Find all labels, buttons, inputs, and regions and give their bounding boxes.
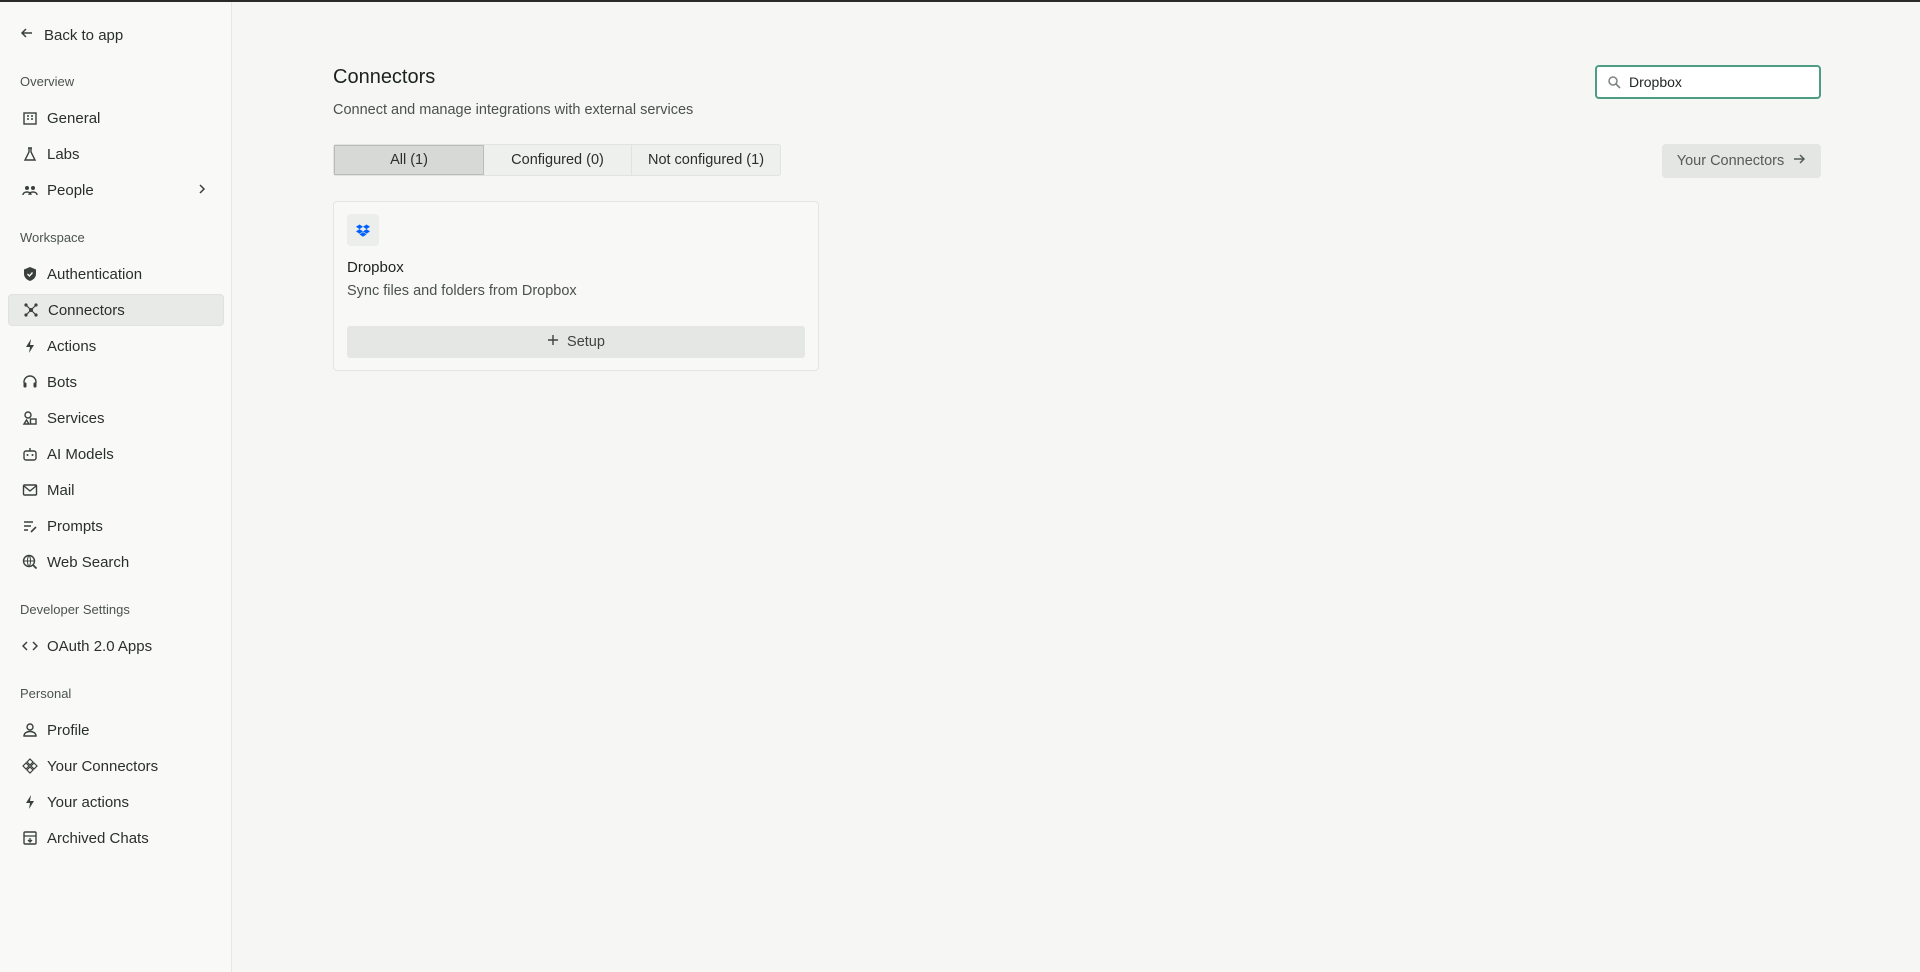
sidebar-item-label: People — [47, 181, 94, 199]
sidebar-item-mail[interactable]: Mail — [8, 474, 224, 506]
connector-description: Sync files and folders from Dropbox — [347, 283, 577, 299]
filter-tabs: All (1) Configured (0) Not configured (1… — [333, 144, 781, 176]
sidebar-item-label: Web Search — [47, 553, 130, 571]
sidebar-item-label: AI Models — [47, 445, 114, 463]
sidebar-item-authentication[interactable]: Authentication — [8, 258, 224, 290]
sidebar-item-label: Actions — [47, 337, 97, 355]
connector-card: Dropbox Sync files and folders from Drop… — [333, 201, 819, 371]
dropbox-icon — [347, 214, 379, 246]
globe-search-icon — [22, 554, 38, 570]
sidebar-item-actions[interactable]: Actions — [8, 330, 224, 362]
sidebar-item-label: Bots — [47, 373, 78, 391]
your-connectors-label: Your Connectors — [1676, 153, 1785, 169]
sidebar-item-archived-chats[interactable]: Archived Chats — [8, 822, 224, 854]
code-icon — [22, 638, 38, 654]
settings-sidebar: Back to app Overview General Labs People… — [0, 2, 232, 972]
search-box[interactable] — [1595, 65, 1821, 99]
shapes-icon — [22, 410, 38, 426]
diamond-grid-icon — [22, 758, 38, 774]
sidebar-item-label: General — [47, 109, 101, 127]
sidebar-item-general[interactable]: General — [8, 102, 224, 134]
sidebar-item-label: OAuth 2.0 Apps — [47, 637, 153, 655]
search-input[interactable] — [1629, 74, 1809, 90]
sidebar-item-label: Prompts — [47, 517, 103, 535]
sidebar-item-label: Labs — [47, 145, 80, 163]
sidebar-item-bots[interactable]: Bots — [8, 366, 224, 398]
tab-all[interactable]: All (1) — [334, 145, 484, 175]
sidebar-item-profile[interactable]: Profile — [8, 714, 224, 746]
sidebar-item-label: Profile — [47, 721, 90, 739]
sidebar-item-prompts[interactable]: Prompts — [8, 510, 224, 542]
network-icon — [23, 302, 39, 318]
section-overview: Overview — [20, 74, 75, 89]
arrow-right-icon — [1792, 152, 1806, 170]
sidebar-item-label: Services — [47, 409, 105, 427]
sidebar-item-label: Your actions — [47, 793, 130, 811]
mail-icon — [22, 482, 38, 498]
sidebar-item-services[interactable]: Services — [8, 402, 224, 434]
sidebar-item-ai-models[interactable]: AI Models — [8, 438, 224, 470]
sidebar-item-label: Archived Chats — [47, 829, 149, 847]
sidebar-item-label: Connectors — [48, 301, 125, 319]
users-icon — [22, 182, 38, 198]
sidebar-item-your-actions[interactable]: Your actions — [8, 786, 224, 818]
sidebar-item-oauth-apps[interactable]: OAuth 2.0 Apps — [8, 630, 224, 662]
setup-button[interactable]: Setup — [347, 326, 805, 358]
search-icon — [1607, 75, 1621, 89]
page-title: Connectors — [333, 66, 436, 88]
headset-icon — [22, 374, 38, 390]
sidebar-item-labs[interactable]: Labs — [8, 138, 224, 170]
chevron-right-icon — [196, 182, 208, 200]
arrow-left-icon — [20, 26, 34, 44]
sidebar-item-label: Your Connectors — [47, 757, 159, 775]
back-to-app-link[interactable]: Back to app — [20, 24, 123, 46]
sidebar-item-your-connectors[interactable]: Your Connectors — [8, 750, 224, 782]
section-personal: Personal — [20, 686, 72, 701]
building-icon — [22, 110, 38, 126]
tab-configured[interactable]: Configured (0) — [484, 145, 632, 175]
page-subtitle: Connect and manage integrations with ext… — [333, 102, 694, 118]
sidebar-item-people[interactable]: People — [8, 174, 224, 206]
your-connectors-button[interactable]: Your Connectors — [1662, 144, 1821, 178]
main-content: Connectors Connect and manage integratio… — [233, 2, 1920, 972]
section-developer-settings: Developer Settings — [20, 602, 130, 617]
list-edit-icon — [22, 518, 38, 534]
back-label: Back to app — [44, 26, 124, 44]
tab-not-configured[interactable]: Not configured (1) — [632, 145, 780, 175]
sidebar-item-connectors[interactable]: Connectors — [8, 294, 224, 326]
lightning-icon — [22, 338, 38, 354]
sidebar-item-web-search[interactable]: Web Search — [8, 546, 224, 578]
sidebar-item-label: Authentication — [47, 265, 143, 283]
flask-icon — [22, 146, 38, 162]
lightning-icon — [22, 794, 38, 810]
setup-label: Setup — [567, 334, 605, 350]
section-workspace: Workspace — [20, 230, 85, 245]
robot-icon — [22, 446, 38, 462]
shield-icon — [22, 266, 38, 282]
connector-name: Dropbox — [347, 259, 404, 276]
user-icon — [22, 722, 38, 738]
sidebar-item-label: Mail — [47, 481, 75, 499]
plus-icon — [547, 334, 559, 350]
archive-icon — [22, 830, 38, 846]
